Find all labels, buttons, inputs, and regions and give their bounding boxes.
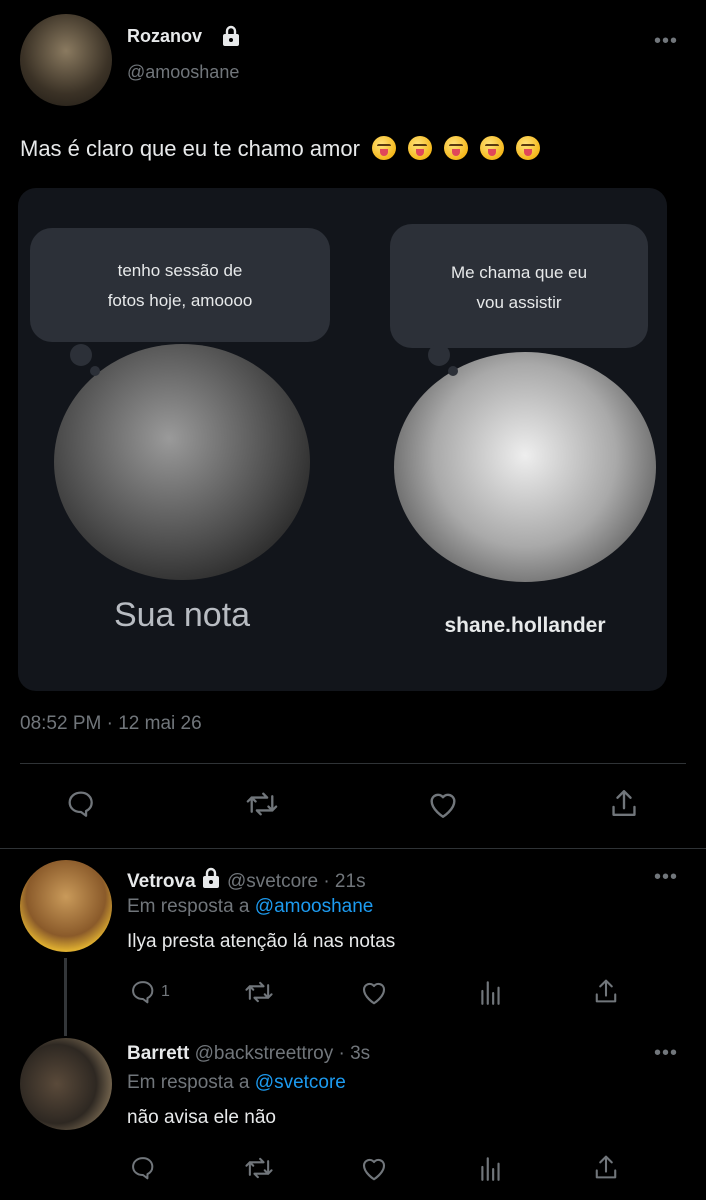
reply-text: Ilya presta atenção lá nas notas: [127, 931, 396, 952]
reply-icon[interactable]: [65, 788, 97, 820]
like-icon[interactable]: [426, 788, 460, 820]
like-icon[interactable]: [359, 978, 389, 1006]
divider: [0, 848, 706, 849]
author-handle[interactable]: @amooshane: [127, 62, 239, 83]
tweet-text: Mas é claro que eu te chamo amor: [20, 136, 360, 161]
right-bubble-tail: [428, 344, 450, 366]
left-note-line2: fotos hoje, amoooo: [107, 291, 253, 310]
right-note-caption: shane.hollander: [444, 614, 606, 637]
squinting-face-with-tongue-icon: [479, 136, 504, 160]
reply-count: 1: [161, 983, 170, 1000]
reply-context: Em resposta a @svetcore: [127, 1072, 346, 1094]
analytics-icon[interactable]: [478, 1154, 504, 1182]
divider: [20, 763, 686, 764]
reply-handle[interactable]: @backstreettroy: [195, 1043, 334, 1064]
reply-text: não avisa ele não: [127, 1107, 276, 1128]
lock-icon: [220, 25, 242, 52]
more-icon[interactable]: •••: [654, 1042, 678, 1065]
reply-handle[interactable]: @svetcore: [227, 871, 318, 892]
more-icon[interactable]: •••: [654, 866, 678, 889]
right-note-line1: Me chama que eu: [450, 263, 588, 282]
left-note-bubble: tenho sessão de fotos hoje, amoooo: [30, 228, 330, 342]
author-avatar[interactable]: [20, 14, 112, 106]
right-note-bubble: Me chama que eu vou assistir: [390, 224, 648, 348]
share-icon[interactable]: [592, 1152, 620, 1182]
tweet-timestamp[interactable]: 08:52 PM · 12 mai 26: [20, 713, 202, 735]
retweet-icon[interactable]: [244, 788, 280, 820]
reply-time[interactable]: · 21s: [323, 871, 365, 892]
reply-avatar[interactable]: [20, 860, 112, 952]
lock-icon: [200, 867, 222, 895]
more-icon[interactable]: •••: [654, 30, 678, 53]
reply-header: Barrett @backstreettroy · 3s: [127, 1043, 370, 1065]
thread-line: [64, 958, 67, 1036]
left-note-line1: tenho sessão de: [117, 261, 243, 280]
right-note-line2: vou assistir: [476, 293, 562, 312]
share-icon[interactable]: [608, 786, 640, 820]
squinting-face-with-tongue-icon: [371, 136, 396, 160]
reply-author-name[interactable]: Barrett: [127, 1043, 189, 1064]
like-icon[interactable]: [359, 1154, 389, 1182]
analytics-icon[interactable]: [478, 978, 504, 1006]
reply-time[interactable]: · 3s: [339, 1043, 371, 1064]
left-note-caption: Sua nota: [113, 596, 251, 634]
left-bubble-tail: [70, 344, 92, 366]
reply-to-link[interactable]: @svetcore: [255, 1072, 346, 1093]
squinting-face-with-tongue-icon: [407, 136, 432, 160]
media-image[interactable]: tenho sessão de fotos hoje, amoooo Sua n…: [18, 188, 667, 691]
reply-prefix: Em resposta a: [127, 896, 250, 917]
left-bubble-dot: [90, 366, 100, 376]
reply-prefix: Em resposta a: [127, 1072, 250, 1093]
reply-avatar[interactable]: [20, 1038, 112, 1130]
reply-author-name[interactable]: Vetrova: [127, 871, 196, 892]
retweet-icon[interactable]: [243, 978, 275, 1006]
tweet-text-row: Mas é claro que eu te chamo amor: [20, 136, 540, 162]
right-bubble-dot: [448, 366, 458, 376]
retweet-icon[interactable]: [243, 1154, 275, 1182]
reply-to-link[interactable]: @amooshane: [255, 896, 374, 917]
reply-icon[interactable]: [129, 1154, 157, 1182]
squinting-face-with-tongue-icon: [443, 136, 468, 160]
share-icon[interactable]: [592, 976, 620, 1006]
reply-header: Vetrova @svetcore · 21s: [127, 867, 366, 895]
reply-icon[interactable]: [129, 978, 157, 1006]
right-note-photo: [394, 352, 656, 582]
squinting-face-with-tongue-icon: [515, 136, 540, 160]
reply-context: Em resposta a @amooshane: [127, 896, 373, 918]
left-note-photo: [54, 344, 310, 580]
author-name[interactable]: Rozanov: [127, 26, 202, 47]
